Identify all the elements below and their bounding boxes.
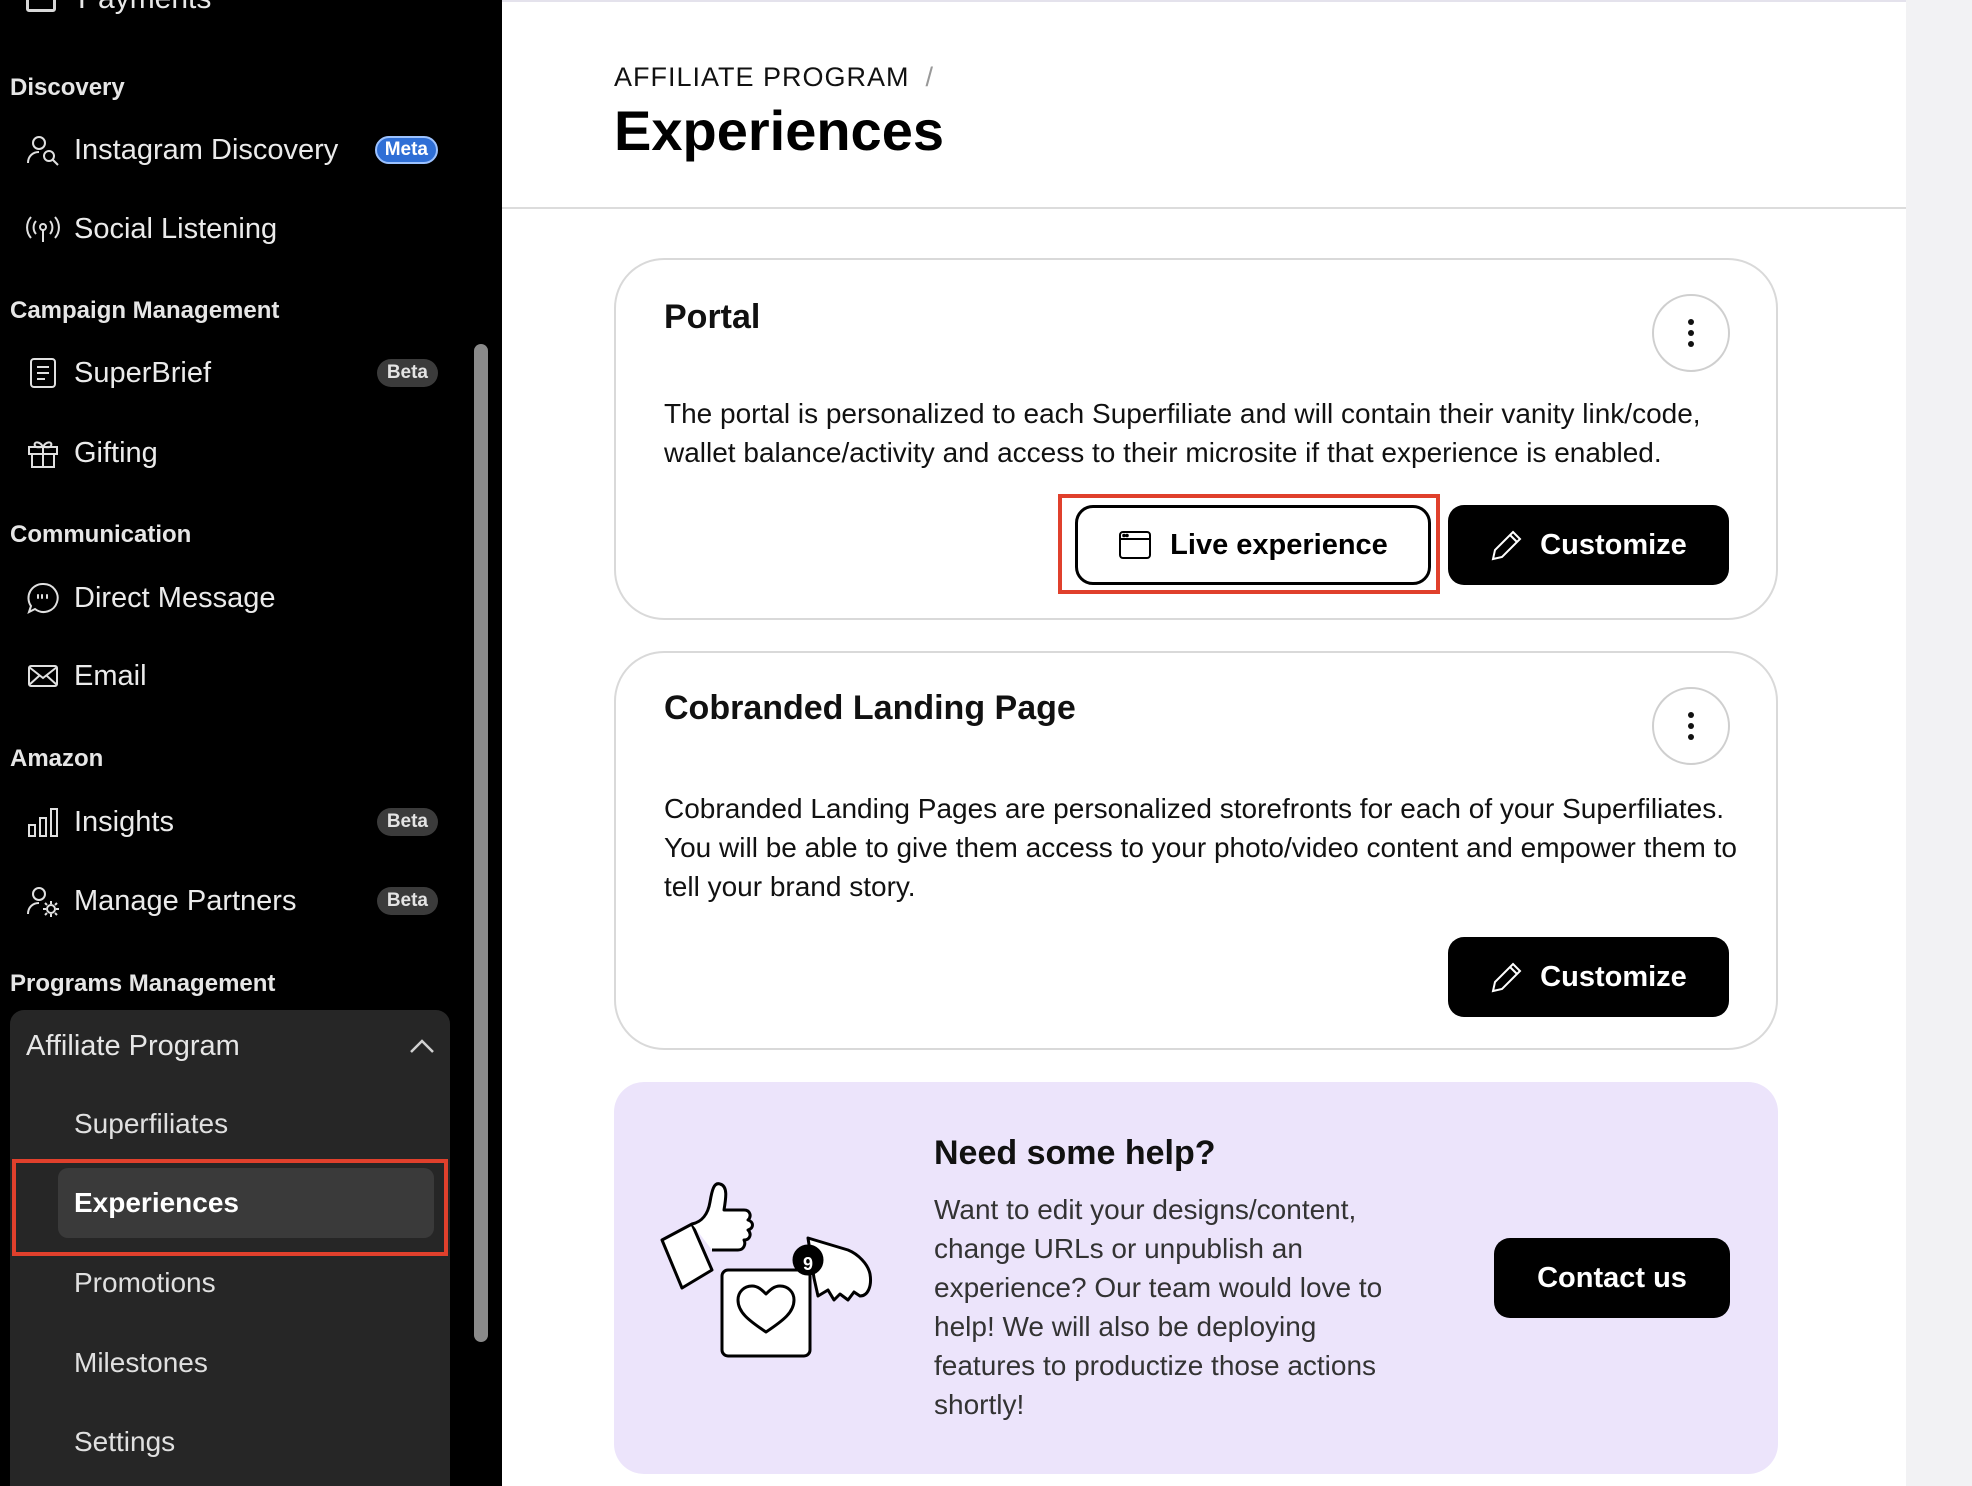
button-label: Customize [1540,960,1687,993]
button-label: Customize [1540,528,1687,561]
help-banner: 9 Need some help? Want to edit your desi… [614,1082,1778,1474]
section-communication: Communication [10,521,192,548]
section-programs-management: Programs Management [10,970,276,997]
button-label: Contact us [1537,1261,1687,1294]
kebab-icon [1688,319,1694,347]
card-title: Cobranded Landing Page [664,689,1076,727]
group-label: Affiliate Program [26,1029,240,1062]
sidebar-item-direct-message[interactable]: Direct Message [24,568,438,628]
gift-icon [24,434,62,472]
sidebar-item-label: Social Listening [74,212,278,245]
section-campaign-management: Campaign Management [10,297,280,324]
sidebar-item-label: SuperBrief [74,356,212,389]
mail-icon [24,657,62,695]
section-discovery: Discovery [10,74,125,101]
sidebar-item-label: Insights [74,805,174,838]
highlight-box [12,1159,448,1256]
sidebar-item-insights[interactable]: Insights Beta [24,792,438,852]
sidebar-item-payments[interactable]: Payments [26,0,211,16]
card-title: Portal [664,298,761,336]
highlight-box [1058,494,1440,594]
breadcrumb: AFFILIATE PROGRAM / [614,62,934,93]
breadcrumb-separator: / [925,62,935,92]
sidebar: Payments Discovery Instagram Discovery M… [0,0,502,1486]
sidebar-item-label: Direct Message [74,581,276,614]
chat-icon [24,579,62,617]
sidebar-subitem-promotions[interactable]: Promotions [74,1253,216,1313]
beta-badge: Beta [376,887,438,915]
user-search-icon [24,131,62,169]
document-icon [24,354,62,392]
sidebar-item-instagram-discovery[interactable]: Instagram Discovery Meta [24,120,438,180]
sidebar-subitem-settings[interactable]: Settings [74,1412,175,1472]
beta-badge: Beta [376,359,438,387]
card-description: The portal is personalized to each Super… [664,398,1701,468]
page-title: Experiences [614,99,944,162]
notification-count: 9 [803,1254,813,1274]
top-divider [502,0,1906,2]
sidebar-item-label: Gifting [74,436,158,469]
sidebar-item-social-listening[interactable]: Social Listening [24,199,438,259]
sidebar-subitem-superfiliates[interactable]: Superfiliates [74,1094,228,1154]
more-options-button[interactable] [1652,687,1730,765]
thumbs-up-heart-illustration [660,1182,872,1358]
header-divider [502,207,1906,209]
sidebar-item-gifting[interactable]: Gifting [24,423,438,483]
sidebar-item-label: Payments [78,0,211,16]
svg-text:9: 9 [803,1254,813,1274]
right-gutter [1906,0,1972,1486]
sidebar-item-label: Email [74,659,147,692]
bar-chart-icon [24,803,62,841]
card-description: Cobranded Landing Pages are personalized… [664,793,1737,902]
broadcast-icon [24,210,62,248]
beta-badge: Beta [376,808,438,836]
contact-us-button[interactable]: Contact us [1494,1238,1730,1318]
affiliate-program-toggle[interactable]: Affiliate Program [26,1016,436,1076]
sidebar-item-superbrief[interactable]: SuperBrief Beta [24,343,438,403]
sidebar-item-label: Manage Partners [74,884,297,917]
help-title: Need some help? [934,1134,1216,1172]
kebab-icon [1688,712,1694,740]
more-options-button[interactable] [1652,294,1730,372]
breadcrumb-link[interactable]: AFFILIATE PROGRAM [614,62,910,93]
wallet-icon [26,0,56,12]
user-gear-icon [24,882,62,920]
sidebar-item-manage-partners[interactable]: Manage Partners Beta [24,871,438,931]
sidebar-subitem-milestones[interactable]: Milestones [74,1333,208,1393]
landing-customize-button[interactable]: Customize [1448,937,1729,1017]
sidebar-item-label: Instagram Discovery [74,133,339,166]
sidebar-item-email[interactable]: Email [24,646,438,706]
sidebar-scrollbar[interactable] [474,344,488,1342]
meta-badge: Meta [374,136,438,164]
pencil-icon [1491,962,1522,993]
section-amazon: Amazon [10,745,104,772]
pencil-icon [1491,530,1522,561]
portal-customize-button[interactable]: Customize [1448,505,1729,585]
help-text: Want to edit your designs/content, chang… [934,1194,1383,1420]
chevron-up-icon [410,1039,434,1053]
